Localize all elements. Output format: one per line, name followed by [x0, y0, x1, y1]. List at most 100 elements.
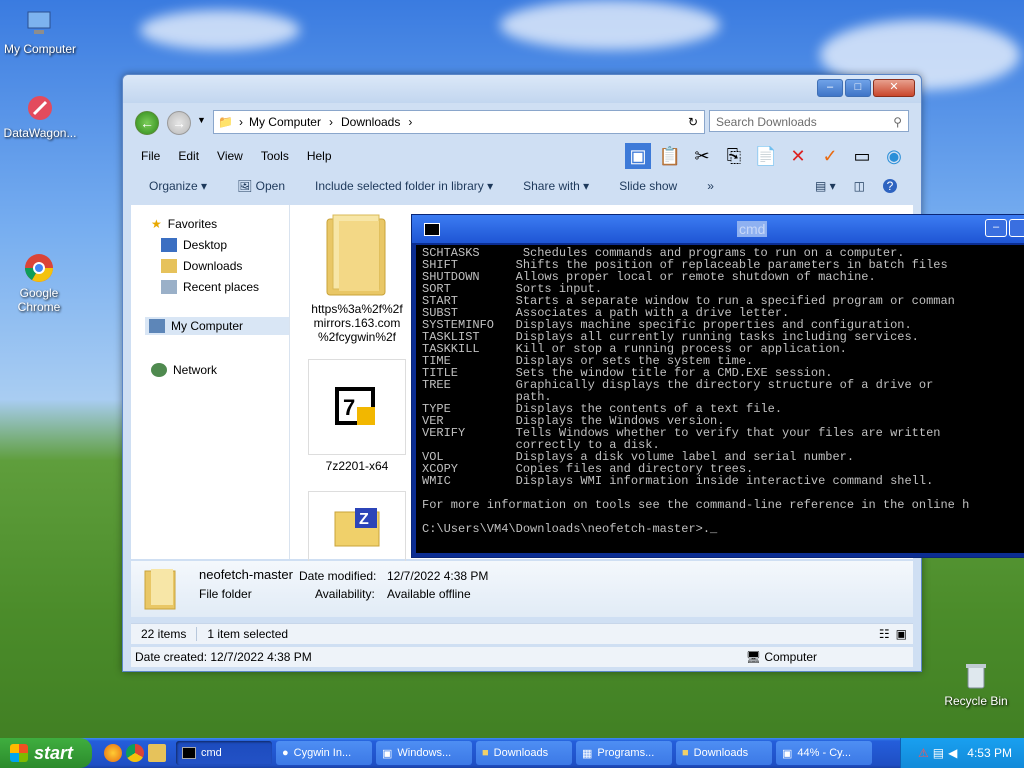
start-button[interactable]: start	[0, 738, 92, 768]
layout-icon[interactable]: ▣	[625, 143, 651, 169]
maximize-button[interactable]: □	[845, 79, 871, 97]
file-item[interactable]: 7 7z2201-x64	[302, 359, 412, 473]
task-cmd[interactable]: cmd	[176, 741, 272, 765]
desktop-icon-my-computer[interactable]: My Computer	[0, 8, 80, 56]
cmd-line: WMIC Displays WMI information inside int…	[422, 474, 934, 488]
open-button[interactable]: 🖼 Open	[237, 179, 285, 193]
organize-button[interactable]: Organize ▾	[149, 179, 207, 193]
desktop-icon-chrome[interactable]: Google Chrome	[0, 252, 78, 314]
paste-icon[interactable]: 📄	[753, 143, 779, 169]
delete-icon[interactable]: ✕	[785, 143, 811, 169]
cmd-line: For more information on tools see the co…	[422, 498, 970, 512]
menu-view[interactable]: View	[217, 149, 243, 163]
volume-icon[interactable]: ◀	[948, 746, 957, 760]
share-with-button[interactable]: Share with ▾	[523, 179, 589, 193]
search-input[interactable]: Search Downloads ⚲	[709, 110, 909, 132]
nav-downloads[interactable]: Downloads	[161, 259, 242, 273]
datawagon-icon	[24, 92, 56, 124]
include-in-library-button[interactable]: Include selected folder in library ▾	[315, 179, 493, 193]
minimize-button[interactable]: –	[985, 219, 1007, 237]
recent-pages-dropdown-icon[interactable]: ▼	[197, 115, 206, 125]
file-item[interactable]: https%3a%2f%2f mirrors.163.com %2fcygwin…	[302, 213, 412, 344]
detail-type: File folder	[199, 587, 252, 601]
explorer-titlebar[interactable]: – □ ✕	[123, 75, 921, 103]
firefox-icon: ●	[282, 747, 289, 759]
firefox-icon[interactable]	[104, 744, 122, 762]
address-bar[interactable]: 📁 › My Computer › Downloads › ↻	[213, 110, 705, 134]
cmd-titlebar[interactable]: cmd –	[412, 215, 1024, 243]
detail-modified-label: Date modified:	[299, 569, 377, 583]
menu-help[interactable]: Help	[307, 149, 332, 163]
cmd-title: cmd	[737, 221, 768, 237]
clock[interactable]: 4:53 PM	[967, 746, 1012, 760]
check-icon[interactable]: ✓	[817, 143, 843, 169]
nav-network[interactable]: Network	[151, 363, 217, 377]
nav-favorites[interactable]: ★ Favorites	[151, 217, 217, 231]
network-icon	[151, 363, 167, 377]
file-item[interactable]: Z	[302, 491, 412, 563]
details-view-icon[interactable]: ☷	[879, 627, 890, 641]
tiles-view-icon[interactable]: ▣	[896, 627, 907, 641]
slide-show-button[interactable]: Slide show	[619, 179, 677, 193]
computer-icon: 🖥	[745, 650, 761, 664]
file-name-line1: https%3a%2f%2f	[311, 302, 403, 316]
chrome-icon[interactable]	[126, 744, 144, 762]
copy-icon[interactable]: ⎘	[721, 143, 747, 169]
nav-my-computer[interactable]: My Computer	[145, 317, 293, 335]
zip-archive-icon: Z	[308, 491, 406, 563]
desktop-icon-label: My Computer	[3, 42, 77, 56]
view-options-icon[interactable]: ▤ ▾	[815, 179, 836, 193]
network-tray-icon[interactable]: ▤	[933, 746, 944, 760]
back-button[interactable]: ←	[135, 111, 159, 135]
file-name-line2: mirrors.163.com	[313, 316, 401, 330]
command-bar: Organize ▾ 🖼 Open Include selected folde…	[131, 173, 913, 199]
cmd-icon	[424, 223, 440, 236]
nav-desktop[interactable]: Desktop	[161, 238, 227, 252]
detail-availability-value: Available offline	[387, 587, 471, 601]
cut-icon[interactable]: ✂	[689, 143, 715, 169]
cmd-window: cmd – SCHTASKS Schedules commands and pr…	[411, 214, 1024, 558]
address-row: ← → ▼ 📁 › My Computer › Downloads › ↻ Se…	[131, 109, 913, 135]
cmd-output[interactable]: SCHTASKS Schedules commands and programs…	[416, 245, 1024, 553]
open-icon: 🖼	[237, 179, 253, 193]
shell-icon[interactable]: ◉	[881, 143, 907, 169]
breadcrumb-downloads[interactable]: Downloads	[341, 115, 400, 129]
task-downloads-2[interactable]: ■ Downloads	[676, 741, 772, 765]
minimize-button[interactable]: –	[817, 79, 843, 97]
task-downloads-1[interactable]: ■ Downloads	[476, 741, 572, 765]
search-icon[interactable]: ⚲	[893, 111, 902, 133]
cmd-line: C:\Users\VM4\Downloads\neofetch-master>.…	[422, 522, 718, 536]
recent-places-icon	[161, 280, 177, 294]
desktop-icon-label: Google Chrome	[17, 286, 61, 314]
desktop-icon	[161, 238, 177, 252]
nav-recent-places[interactable]: Recent places	[161, 280, 259, 294]
downloads-folder-icon	[161, 259, 177, 273]
task-windows[interactable]: ▣ Windows...	[376, 741, 472, 765]
menu-file[interactable]: File	[141, 149, 160, 163]
desktop-icon-recycle-bin[interactable]: Recycle Bin	[936, 660, 1016, 708]
desktop-icon-datawagon[interactable]: DataWagon...	[0, 92, 80, 140]
explorer-icon[interactable]	[148, 744, 166, 762]
more-commands-button[interactable]: »	[707, 179, 714, 193]
menu-edit[interactable]: Edit	[178, 149, 199, 163]
folder-icon	[144, 569, 176, 610]
info-bar: Date created: 12/7/2022 4:38 PM 🖥 Comput…	[131, 647, 913, 667]
forward-button[interactable]: →	[167, 111, 191, 135]
refresh-icon[interactable]: ↻	[688, 115, 698, 129]
close-button[interactable]: ✕	[873, 79, 915, 97]
preview-pane-icon[interactable]: ◫	[854, 179, 865, 193]
properties-icon[interactable]: 📋	[657, 143, 683, 169]
breadcrumb-my-computer[interactable]: My Computer	[249, 115, 321, 129]
date-created: Date created: 12/7/2022 4:38 PM	[135, 650, 312, 664]
menu-tools[interactable]: Tools	[261, 149, 289, 163]
help-icon[interactable]: ?	[883, 179, 897, 193]
task-programs[interactable]: ▦ Programs...	[576, 741, 672, 765]
svg-text:Z: Z	[359, 511, 369, 528]
chevron-right-icon: ›	[408, 115, 413, 129]
rename-icon[interactable]: ▭	[849, 143, 875, 169]
task-cygwin-installer[interactable]: ● Cygwin In...	[276, 741, 372, 765]
detail-availability-label: Availability:	[315, 587, 375, 601]
task-cygwin-progress[interactable]: ▣ 44% - Cy...	[776, 741, 872, 765]
maximize-button[interactable]	[1009, 219, 1024, 237]
security-alert-icon[interactable]: ⚠	[918, 746, 929, 760]
